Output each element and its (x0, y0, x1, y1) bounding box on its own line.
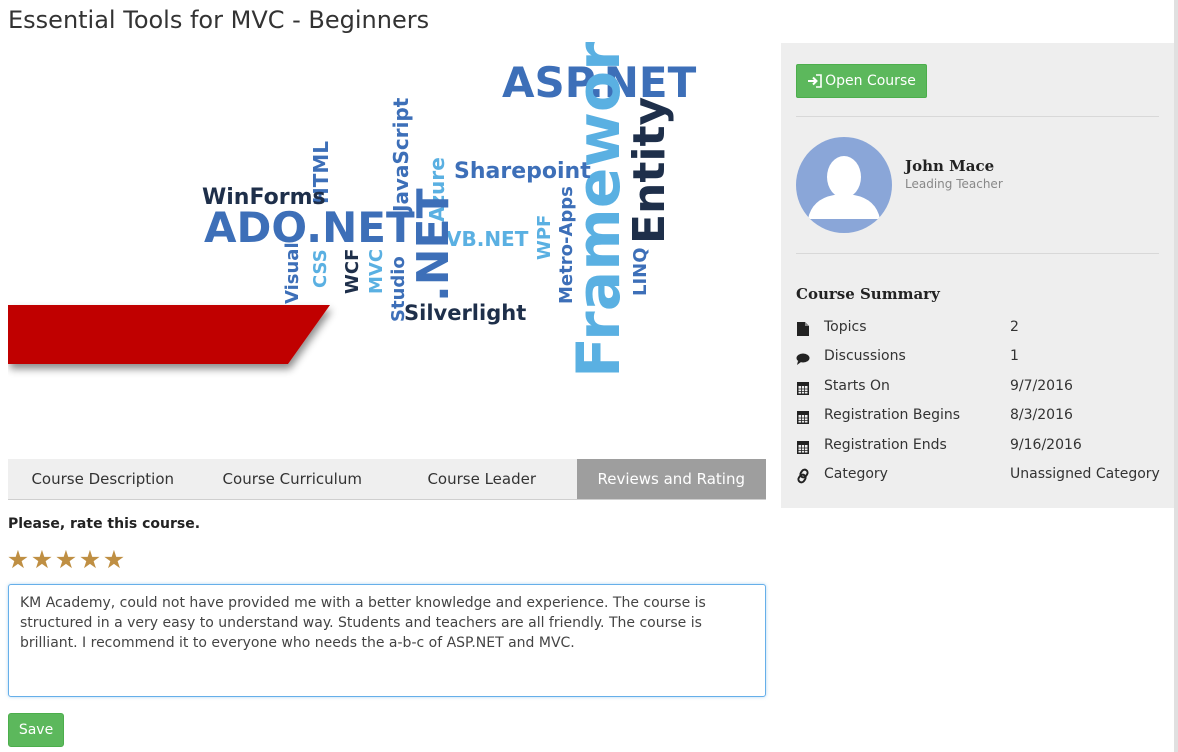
tab-course-description[interactable]: Course Description (8, 459, 198, 499)
course-summary-title: Course Summary (796, 285, 940, 303)
summary-label: Category (824, 466, 888, 482)
tab-course-curriculum[interactable]: Course Curriculum (198, 459, 388, 499)
word-sharepoint: Sharepoint (454, 159, 591, 184)
sign-in-icon (808, 74, 822, 88)
course-banner-image: ASP.NET Framework Entity Sharepoint Java… (8, 42, 768, 442)
course-sidebar: Open Course John Mace Leading Teacher Co… (781, 43, 1176, 508)
word-css: CSS (310, 249, 331, 288)
open-course-label: Open Course (825, 73, 916, 89)
page-scrollbar[interactable] (1174, 0, 1178, 752)
summary-label: Topics (824, 319, 867, 335)
star-icon[interactable]: ★ (30, 546, 54, 574)
word-metro-apps: Metro-Apps (556, 186, 577, 304)
summary-row-registration-begins: Registration Begins 8/3/2016 (796, 407, 1166, 427)
summary-label: Registration Begins (824, 407, 961, 423)
teacher-name[interactable]: John Mace (905, 157, 994, 175)
page-title: Essential Tools for MVC - Beginners (8, 6, 430, 34)
banner-red-ribbon (8, 305, 330, 364)
summary-label: Starts On (824, 378, 890, 394)
summary-value: 8/3/2016 (1010, 407, 1073, 423)
teacher-role: Leading Teacher (905, 177, 1003, 191)
summary-value: 9/7/2016 (1010, 378, 1073, 394)
divider (796, 116, 1159, 117)
user-silhouette-icon (808, 156, 880, 219)
rate-prompt: Please, rate this course. (8, 516, 201, 532)
word-wpf: WPF (534, 215, 555, 260)
summary-value: 2 (1010, 319, 1019, 335)
open-course-button[interactable]: Open Course (796, 64, 927, 98)
link-icon (797, 468, 809, 484)
avatar (796, 137, 892, 233)
star-icon[interactable]: ★ (78, 546, 102, 574)
word-wcf: WCF (342, 249, 363, 294)
star-icon[interactable]: ★ (54, 546, 78, 574)
star-rating: ★ ★ ★ ★ ★ (6, 546, 126, 574)
calendar-icon (797, 411, 809, 424)
divider (796, 253, 1159, 254)
word-mvc: MVC (366, 249, 387, 294)
word-dotnet: .NET (408, 188, 459, 302)
word-linq: LINQ (630, 247, 651, 296)
word-entity: Entity (624, 97, 675, 244)
summary-row-starts-on: Starts On 9/7/2016 (796, 378, 1166, 398)
star-icon[interactable]: ★ (102, 546, 126, 574)
summary-label: Discussions (824, 348, 906, 364)
calendar-icon (797, 382, 809, 395)
word-adonet: ADO.NET (204, 203, 415, 252)
file-icon (797, 322, 809, 336)
tab-course-leader[interactable]: Course Leader (387, 459, 577, 499)
summary-label: Registration Ends (824, 437, 947, 453)
summary-value[interactable]: Unassigned Category (1010, 466, 1160, 482)
word-visual: Visual (282, 242, 303, 304)
summary-row-category: Category Unassigned Category (796, 466, 1166, 486)
summary-row-registration-ends: Registration Ends 9/16/2016 (796, 437, 1166, 457)
summary-row-discussions: Discussions 1 (796, 348, 1166, 368)
star-icon[interactable]: ★ (6, 546, 30, 574)
tab-reviews-and-rating[interactable]: Reviews and Rating (576, 459, 766, 499)
review-textarea[interactable]: KM Academy, could not have provided me w… (8, 584, 766, 697)
course-tabs: Course Description Course Curriculum Cou… (8, 459, 766, 500)
save-button[interactable]: Save (8, 713, 64, 747)
summary-value: 9/16/2016 (1010, 437, 1082, 453)
summary-value: 1 (1010, 348, 1019, 364)
summary-row-topics: Topics 2 (796, 319, 1166, 339)
comments-icon (796, 353, 810, 365)
word-silverlight: Silverlight (404, 301, 526, 325)
calendar-icon (797, 441, 809, 454)
